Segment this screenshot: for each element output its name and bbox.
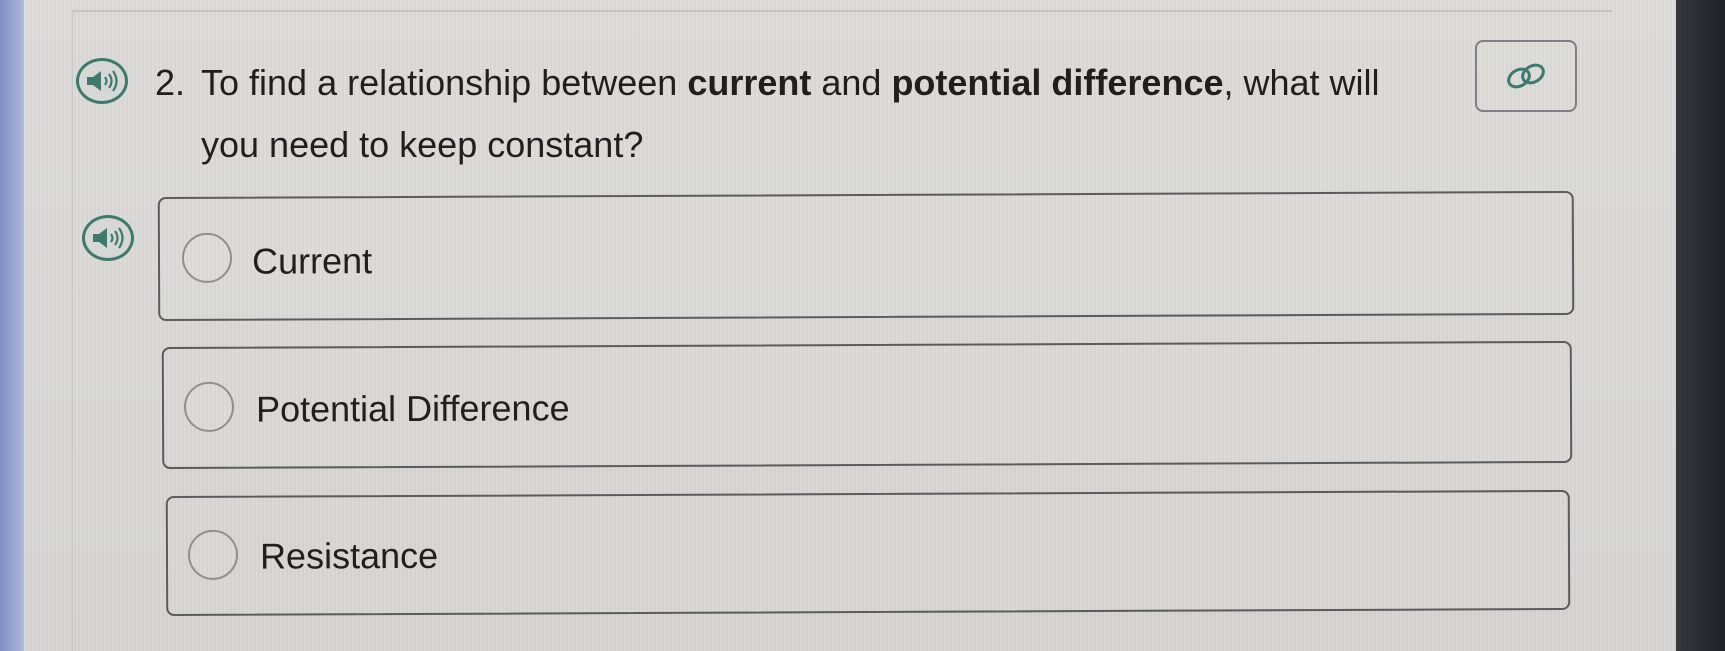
option-label: Resistance (259, 534, 439, 577)
options-audio-button[interactable] (82, 215, 134, 261)
question-prompt: 2. To find a relationship between curren… (155, 52, 1425, 176)
question-keyword: potential difference (891, 62, 1224, 103)
divider (72, 10, 1612, 12)
link-icon (1507, 63, 1545, 89)
divider (72, 12, 73, 651)
link-button[interactable] (1475, 40, 1577, 112)
question-text: To find a relationship between current a… (155, 52, 1425, 176)
speaker-icon (87, 70, 118, 92)
radio-button[interactable] (181, 232, 233, 283)
option-label: Current (251, 240, 373, 282)
radio-button[interactable] (187, 529, 239, 580)
answer-option-potential-difference[interactable]: Potential Difference (161, 340, 1573, 470)
question-number: 2. (155, 62, 186, 103)
question-text-segment: and (811, 62, 892, 103)
question-text-segment: To find a relationship between (201, 62, 688, 103)
question-keyword: current (687, 62, 812, 103)
radio-button[interactable] (183, 381, 235, 432)
speaker-icon (93, 227, 124, 249)
option-label: Potential Difference (255, 387, 570, 430)
answer-option-resistance[interactable]: Resistance (165, 489, 1571, 617)
answer-option-current[interactable]: Current (157, 190, 1575, 322)
question-audio-button[interactable] (76, 58, 128, 104)
